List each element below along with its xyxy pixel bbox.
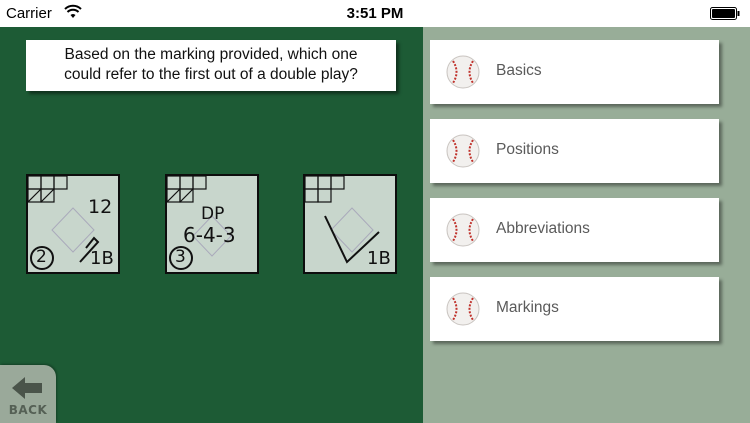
card-1-bottom-right: 1B — [90, 248, 114, 269]
menu-item-label: Positions — [496, 141, 559, 158]
question-line-2: could refer to the first out of a double… — [64, 66, 358, 83]
back-button-label: BACK — [8, 403, 48, 417]
baseball-icon — [446, 292, 480, 326]
menu-item-label: Abbreviations — [496, 220, 590, 237]
baseball-icon — [446, 55, 480, 89]
menu-item-positions[interactable]: Positions — [430, 119, 719, 183]
baseball-icon — [446, 134, 480, 168]
menu-item-label: Basics — [496, 62, 542, 79]
quiz-area: Based on the marking provided, which one… — [0, 27, 423, 423]
battery-icon — [710, 7, 740, 20]
menu-item-basics[interactable]: Basics — [430, 40, 719, 104]
card-2-play-sequence: 6-4-3 — [183, 223, 236, 247]
menu-item-abbreviations[interactable]: Abbreviations — [430, 198, 719, 262]
status-bar: Carrier 3:51 PM — [0, 0, 750, 27]
question-box: Based on the marking provided, which one… — [26, 40, 396, 91]
menu-item-markings[interactable]: Markings — [430, 277, 719, 341]
answer-card-3[interactable]: 1B — [303, 174, 397, 274]
clock: 3:51 PM — [346, 5, 404, 22]
card-1-top-right: 12 — [88, 196, 113, 218]
back-button[interactable]: BACK — [0, 365, 56, 423]
card-1-circle-number: 2 — [36, 247, 47, 267]
question-line-1: Based on the marking provided, which one — [64, 46, 358, 63]
card-3-bottom-right: 1B — [367, 248, 391, 269]
card-2-label-dp: DP — [201, 204, 225, 224]
card-2-circle-number: 3 — [175, 247, 186, 267]
arrow-left-icon — [12, 377, 42, 399]
baseball-icon — [446, 213, 480, 247]
topic-menu: Basics Positions Abbreviations Markings — [423, 27, 750, 423]
menu-item-label: Markings — [496, 299, 559, 316]
answer-card-1[interactable]: 12 2 1B — [26, 174, 120, 274]
answer-card-2[interactable]: DP 6-4-3 3 — [165, 174, 259, 274]
